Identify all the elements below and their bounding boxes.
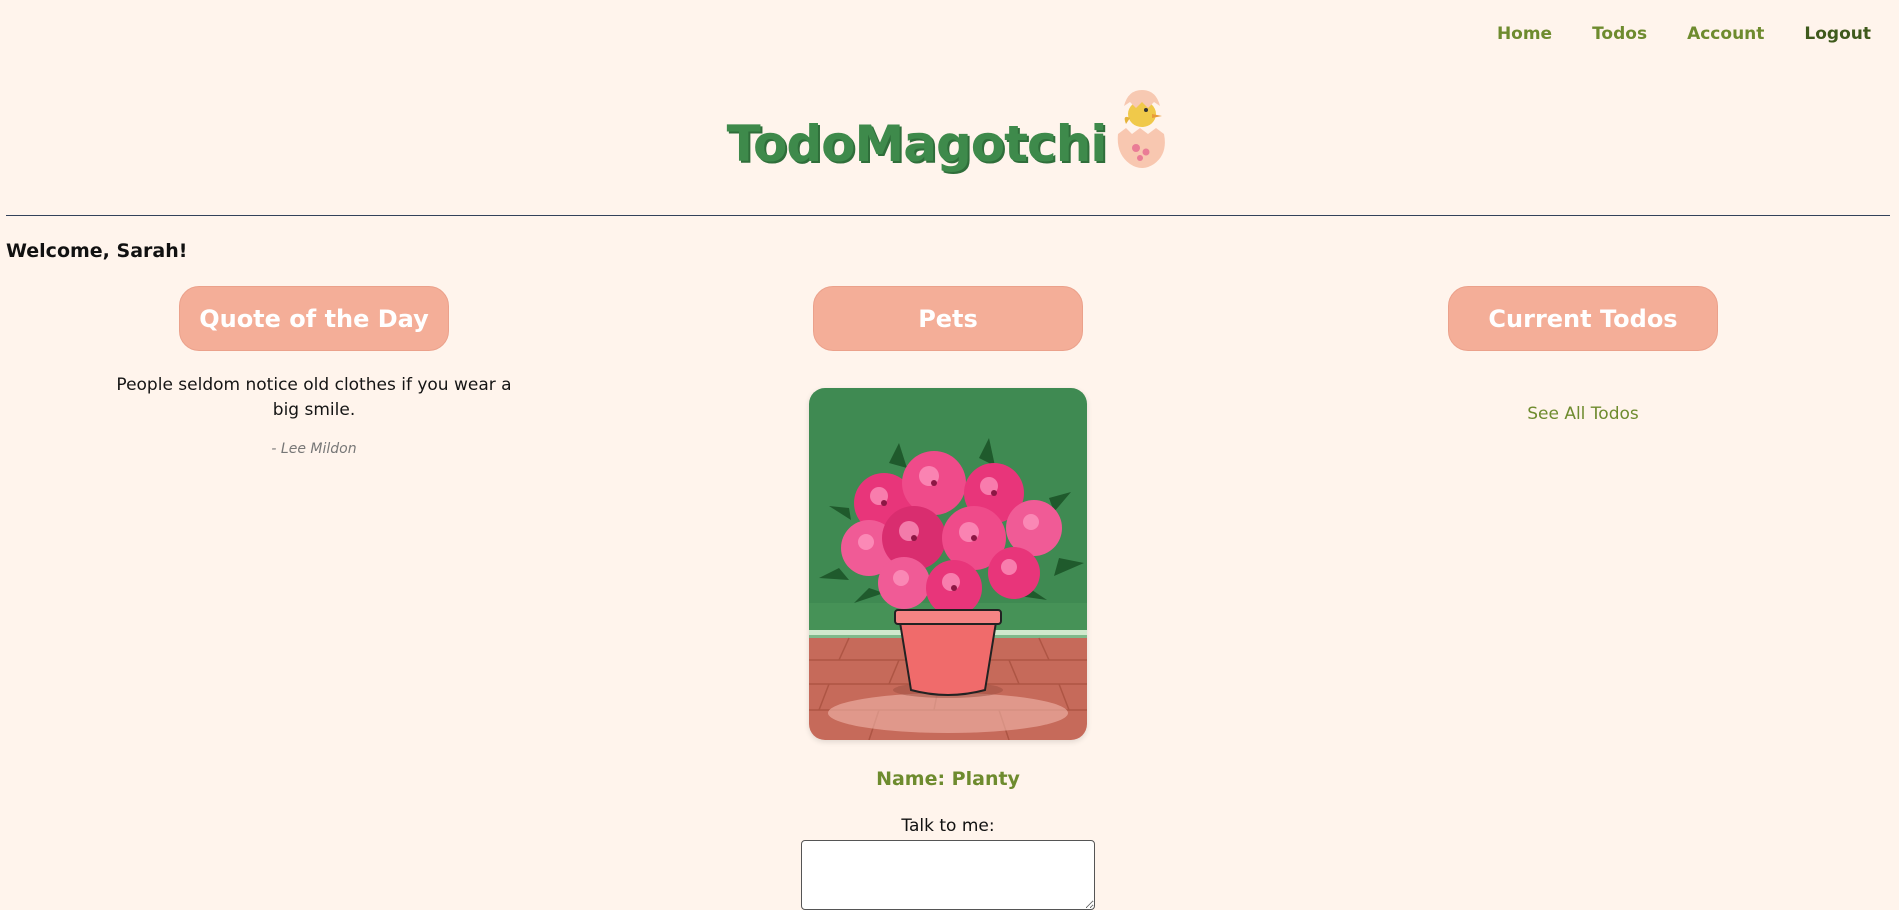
top-nav: Home Todos Account Logout [1497, 24, 1871, 44]
talk-input[interactable] [801, 840, 1095, 910]
nav-home-link[interactable]: Home [1497, 24, 1552, 44]
todos-section: Current Todos See All Todos [1323, 286, 1843, 424]
pet-name: Name: Planty [876, 768, 1020, 790]
nav-todos-link[interactable]: Todos [1592, 24, 1647, 44]
quote-author: - Lee Mildon [271, 441, 357, 457]
pet-plant-image [809, 388, 1087, 740]
todos-header: Current Todos [1448, 286, 1718, 351]
nav-account-link[interactable]: Account [1687, 24, 1764, 44]
pets-section: Pets Name: Planty Talk to me: [688, 286, 1208, 910]
logo-text: TodoMagotchi [726, 115, 1108, 173]
see-all-todos-link[interactable]: See All Todos [1527, 404, 1639, 424]
header-divider [6, 215, 1890, 216]
talk-label: Talk to me: [901, 816, 995, 836]
egg-chick-icon [1118, 90, 1166, 168]
quote-section: Quote of the Day People seldom notice ol… [54, 286, 574, 457]
welcome-message: Welcome, Sarah! [6, 240, 188, 262]
nav-logout-link[interactable]: Logout [1804, 24, 1871, 44]
site-logo: TodoMagotchi [0, 84, 1899, 174]
quote-header: Quote of the Day [179, 286, 449, 351]
pets-header: Pets [813, 286, 1083, 351]
quote-text: People seldom notice old clothes if you … [116, 375, 512, 420]
pet-image-card [809, 388, 1087, 740]
